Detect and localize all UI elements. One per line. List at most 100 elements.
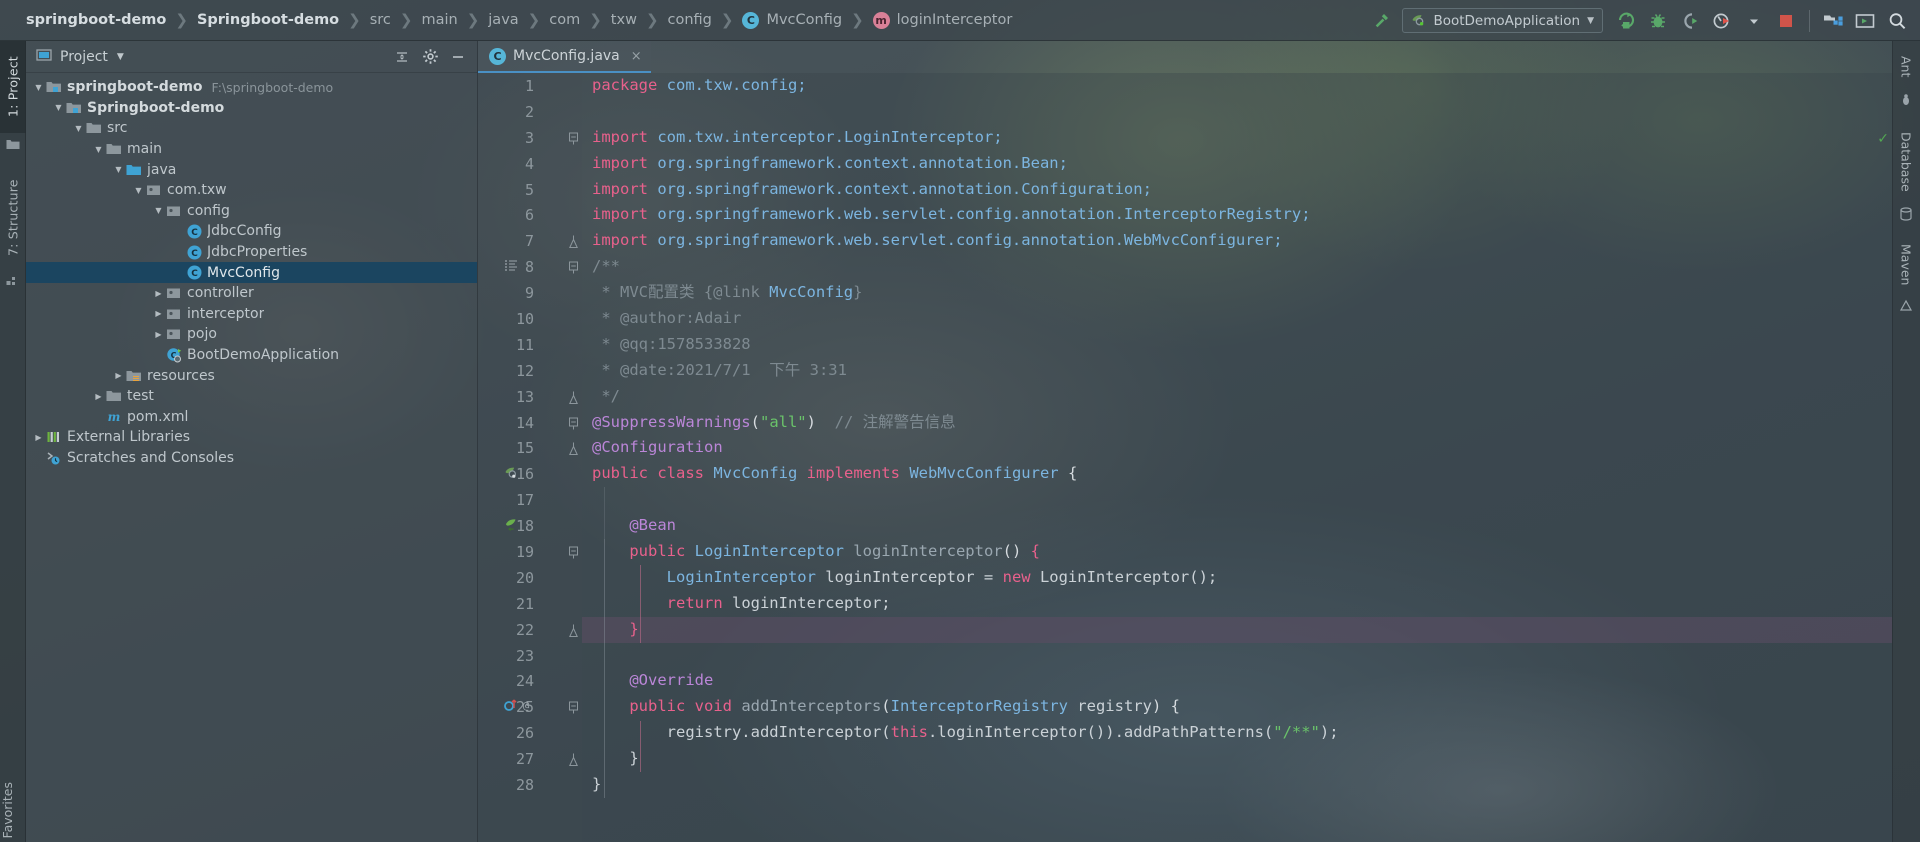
gutter-line-2[interactable]: 2 [478,99,582,125]
code-line-19[interactable]: public LoginInterceptor loginInterceptor… [582,539,1892,565]
gutter-line-16[interactable]: 16 [478,461,582,487]
editor-gutter[interactable]: 1 2 3 4 5 6 7 8 9 10 11 12 13 14 15 16 17 18 19 20 21 22 23 24 @… [478,73,582,842]
code-line-1[interactable]: package com.txw.config; [582,73,1892,99]
gutter-marks[interactable] [504,258,521,276]
gutter-line-4[interactable]: 4 [478,151,582,177]
breadcrumb-item-springboot-demo[interactable]: Springboot-demo [197,12,339,28]
code-line-23[interactable] [582,643,1892,669]
chevron-down-icon[interactable]: ▼ [117,52,124,62]
tree-node-controller[interactable]: ▶ controller [26,283,477,304]
build-hammer-icon[interactable] [1366,6,1396,36]
code-line-16[interactable]: public class MvcConfig implements WebMvc… [582,461,1892,487]
gutter-line-21[interactable]: 21 [478,591,582,617]
run-with-coverage-icon[interactable] [1675,6,1705,36]
code-line-12[interactable]: * @date:2021/7/1 下午 3:31 [582,358,1892,384]
tree-node-jdbcproperties[interactable]: C JdbcProperties [26,242,477,263]
sidebar-item-maven[interactable]: Maven [1892,235,1920,295]
chevron-down-icon[interactable]: ▼ [132,186,145,195]
chevron-down-icon[interactable]: ▼ [72,124,85,133]
chevron-down-icon[interactable]: ▼ [112,165,125,174]
gutter-line-10[interactable]: 10 [478,306,582,332]
code-line-14[interactable]: @SuppressWarnings("all") // 注解警告信息 [582,410,1892,436]
spring-bean-gutter-icon[interactable] [504,465,519,484]
gear-icon[interactable] [417,44,443,70]
tree-node-com-txw[interactable]: ▼ com.txw [26,180,477,201]
project-structure-icon[interactable] [1818,6,1848,36]
gutter-line-26[interactable]: 26 [478,720,582,746]
fold-start-icon[interactable] [569,546,578,559]
breadcrumb-item-txw[interactable]: txw [611,12,637,28]
sidebar-item-favorites[interactable]: Favorites [0,782,26,838]
sidebar-item-ant[interactable]: Ant [1892,45,1920,89]
gutter-line-17[interactable]: 17 [478,487,582,513]
gutter-marks[interactable]: @ [504,698,535,716]
chevron-right-icon[interactable]: ▶ [92,392,105,401]
gutter-line-14[interactable]: 14 [478,410,582,436]
tree-node-src[interactable]: ▼ src [26,118,477,139]
gutter-line-28[interactable]: 28 [478,772,582,798]
code-line-4[interactable]: import org.springframework.context.annot… [582,151,1892,177]
gutter-marks[interactable] [504,517,522,536]
sidebar-item-database[interactable]: Database [1892,121,1920,203]
search-everywhere-icon[interactable] [1882,6,1912,36]
gutter-line-23[interactable]: 23 [478,643,582,669]
tree-node-interceptor[interactable]: ▶ interceptor [26,304,477,325]
code-line-15[interactable]: @Configuration [582,435,1892,461]
breadcrumb-item-config[interactable]: config [668,12,712,28]
implementing-method-gutter-icon[interactable] [504,698,517,716]
gutter-line-7[interactable]: 7 [478,228,582,254]
fold-end-icon[interactable] [569,235,578,249]
code-line-24[interactable]: @Override [582,668,1892,694]
tree-node-bootdemoapplication[interactable]: C BootDemoApplication [26,345,477,366]
code-line-9[interactable]: * MVC配置类 {@link MvcConfig} [582,280,1892,306]
chevron-down-icon[interactable]: ▼ [32,83,45,92]
breadcrumb-item-mvcconfig[interactable]: C MvcConfig [742,11,842,29]
code-line-27[interactable]: } [582,746,1892,772]
tree-node-config[interactable]: ▼ config [26,201,477,222]
editor-marker-strip[interactable]: ✓ [1876,105,1892,842]
gutter-line-20[interactable]: 20 [478,565,582,591]
code-line-7[interactable]: import org.springframework.web.servlet.c… [582,228,1892,254]
editor-tab-mvcconfig[interactable]: C MvcConfig.java × [478,41,651,73]
profiler-icon[interactable] [1707,6,1737,36]
chevron-down-icon[interactable]: ▼ [92,145,105,154]
gutter-line-27[interactable]: 27 [478,746,582,772]
code-line-20[interactable]: LoginInterceptor loginInterceptor = new … [582,565,1892,591]
code-line-8[interactable]: /** [582,254,1892,280]
gutter-line-1[interactable]: 1 [478,73,582,99]
fold-end-icon[interactable] [569,753,578,767]
tree-node-java[interactable]: ▼ java [26,159,477,180]
breadcrumb-item-com[interactable]: com [549,12,580,28]
tree-node-test[interactable]: ▶ test [26,386,477,407]
fold-end-icon[interactable] [569,391,578,404]
code-editor[interactable]: 1 2 3 4 5 6 7 8 9 10 11 12 13 14 15 16 17 18 19 20 21 22 23 24 @… [478,73,1892,842]
code-line-6[interactable]: import org.springframework.web.servlet.c… [582,202,1892,228]
close-icon[interactable]: × [631,49,642,64]
chevron-right-icon[interactable]: ▶ [152,289,165,298]
inspection-ok-icon[interactable]: ✓ [1877,131,1889,147]
tree-node-mvcconfig[interactable]: C MvcConfig [26,262,477,283]
sidebar-item-project[interactable]: 1: Project [0,41,26,133]
chevron-down-icon[interactable]: ▼ [1587,16,1594,26]
tree-node-springboot-demo[interactable]: ▼ springboot-demo F:\springboot-demo [26,77,477,98]
fold-start-icon[interactable] [569,261,578,274]
tree-node-jdbcconfig[interactable]: C JdbcConfig [26,221,477,242]
code-line-26[interactable]: registry.addInterceptor(this.loginInterc… [582,720,1892,746]
tree-node-scratches-and-consoles[interactable]: Scratches and Consoles [26,448,477,469]
breadcrumb-item-logininterceptor[interactable]: m loginInterceptor [872,11,1012,29]
breadcrumb-item-src[interactable]: src [370,12,391,28]
code-line-25[interactable]: public void addInterceptors(InterceptorR… [582,694,1892,720]
code-line-22[interactable]: } [582,616,1892,643]
fold-end-icon[interactable] [569,624,578,637]
debug-icon[interactable] [1643,6,1673,36]
fold-start-icon[interactable] [569,701,578,714]
code-line-18[interactable]: @Bean [582,513,1892,539]
chevron-down-icon[interactable]: ▼ [152,206,165,215]
breadcrumb-item-main[interactable]: main [421,12,457,28]
tree-node-pom-xml[interactable]: m pom.xml [26,407,477,428]
gutter-line-18[interactable]: 18 [478,513,582,539]
tree-node-pojo[interactable]: ▶ pojo [26,324,477,345]
fold-start-icon[interactable] [569,132,578,145]
run-configuration-selector[interactable]: BootDemoApplication ▼ [1402,8,1603,33]
gutter-line-3[interactable]: 3 [478,125,582,151]
